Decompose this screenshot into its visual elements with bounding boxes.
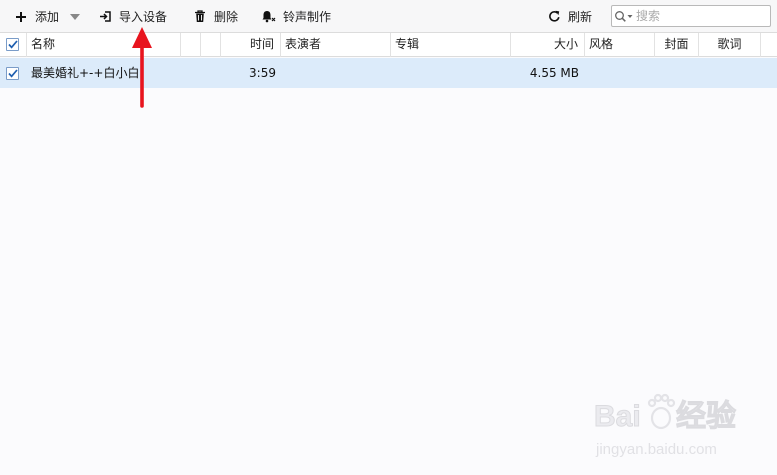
row-time: 3:59 [249,66,276,80]
trash-icon [193,10,207,24]
column-header-album[interactable]: 专辑 [391,33,511,57]
row-genre [589,58,653,88]
column-header-artist[interactable]: 表演者 [281,33,391,57]
refresh-icon [547,10,561,24]
plus-icon [14,10,28,24]
column-header-blank [201,33,221,57]
select-all-checkbox[interactable] [6,38,19,51]
svg-text:经验: 经验 [676,399,736,433]
add-label: 添加 [35,10,60,24]
baidu-logo-icon: Bai 经验 jingyan.baidu.com [594,393,737,458]
add-dropdown-button[interactable] [68,0,89,33]
import-icon [98,10,112,24]
svg-text:Bai: Bai [594,400,641,433]
refresh-button[interactable]: 刷新 [547,0,592,33]
music-manager-window: 添加 导入设备 删除 铃声制作 刷新 搜索 名称 时间 表演者 专辑 大小 风格… [0,0,777,475]
toolbar: 添加 导入设备 删除 铃声制作 刷新 搜索 [0,0,777,33]
refresh-label: 刷新 [568,10,593,24]
column-header-blank [181,33,201,57]
ringtone-maker-label: 铃声制作 [283,10,332,24]
search-input[interactable] [636,7,764,25]
row-size: 4.55 MB [529,66,579,80]
row-album [395,58,509,88]
red-arrow-annotation [132,27,152,108]
search-icon [612,6,636,26]
delete-button[interactable]: 删除 [193,0,238,33]
ringtone-maker-button[interactable]: 铃声制作 [262,0,331,33]
row-artist [285,58,389,88]
select-all-cell [0,33,27,57]
column-header-time[interactable]: 时间 [221,33,281,57]
row-cover [659,58,697,88]
row-checkbox[interactable] [6,67,19,80]
caret-down-icon [68,10,82,24]
column-header-size[interactable]: 大小 [511,33,585,57]
table-row[interactable]: 最美婚礼+-+白小白 3:59 4.55 MB [0,58,777,88]
column-header-lyrics[interactable]: 歌词 [699,33,761,57]
delete-label: 删除 [214,10,239,24]
svg-text:jingyan.baidu.com: jingyan.baidu.com [595,441,717,458]
baidu-jingyan-watermark: Bai 经验 jingyan.baidu.com [594,390,744,465]
search-box[interactable] [611,5,771,27]
bell-icon [262,10,276,24]
table-header: 名称 时间 表演者 专辑 大小 风格 封面 歌词 [0,33,777,57]
column-header-genre[interactable]: 风格 [585,33,655,57]
add-button[interactable]: 添加 [14,0,59,33]
row-lyrics [703,58,759,88]
column-header-cover[interactable]: 封面 [655,33,699,57]
import-device-label: 导入设备 [119,10,168,24]
